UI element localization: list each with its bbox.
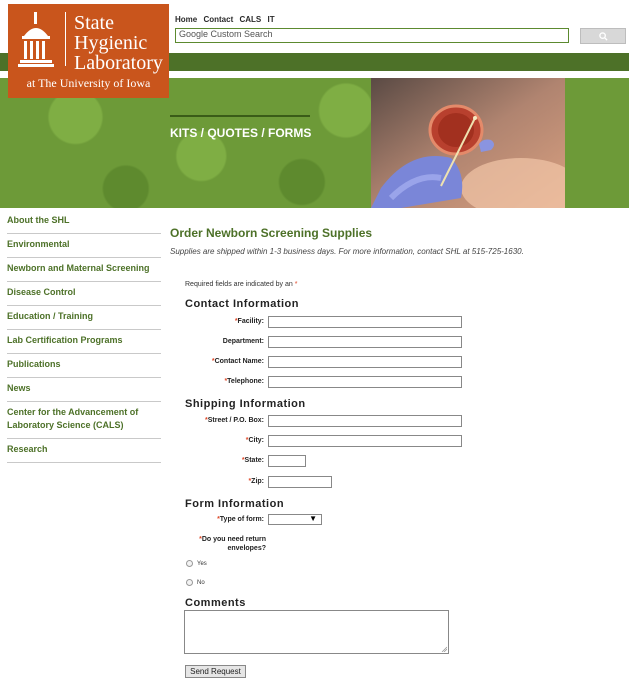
sidebar-nav: About the SHL Environmental Newborn and … [7,210,161,463]
sidebar-item-cals[interactable]: Center for the Advancement of Laboratory… [7,402,161,439]
state-label: *State: [241,457,264,464]
banner-rule [170,115,310,117]
sidebar-item-environmental[interactable]: Environmental [7,234,161,258]
zip-label: *Zip: [248,478,264,485]
sidebar-item-news[interactable]: News [7,378,161,402]
search-input[interactable]: Google Custom Search [175,28,569,43]
sidebar-item-research[interactable]: Research [7,439,161,463]
sidebar-item-newborn[interactable]: Newborn and Maternal Screening [7,258,161,282]
type-of-form-label: *Type of form: [217,516,264,523]
facility-field[interactable] [268,316,462,328]
shl-logo[interactable]: State Hygienic Laboratory at The Univers… [8,4,169,98]
logo-divider [65,12,66,66]
type-of-form-select[interactable]: ▼ [268,514,322,525]
lab-photo-illustration [371,78,565,208]
facility-label: *Facility: [234,318,264,325]
required-note-text: Required fields are indicated by an [185,281,293,288]
capitol-building-icon [18,12,54,67]
sidebar-item-education[interactable]: Education / Training [7,306,161,330]
shipping-heading: Shipping Information [185,398,306,410]
required-note: Required fields are indicated by an * [185,281,297,288]
return-yes-label: Yes [197,561,207,567]
city-field[interactable] [268,435,462,447]
intro-text: Supplies are shipped within 1-3 business… [170,247,524,256]
search-icon [598,32,608,41]
search-placeholder: Google Custom Search [179,29,273,39]
telephone-label: *Telephone: [224,378,264,385]
sidebar-item-about[interactable]: About the SHL [7,210,161,234]
form-info-heading: Form Information [185,498,285,510]
top-link-cals[interactable]: CALS [239,15,261,24]
dropdown-arrow-icon: ▼ [309,514,317,523]
sidebar-item-publications[interactable]: Publications [7,354,161,378]
city-label: *City: [245,437,264,444]
comments-heading: Comments [185,597,246,609]
street-label: *Street / P.O. Box: [204,417,264,424]
return-envelopes-label: *Do you need return envelopes? [199,536,266,552]
banner-photo [371,78,565,208]
contact-heading: Contact Information [185,298,299,310]
logo-subtitle: at The University of Iowa [26,76,151,90]
top-link-home[interactable]: Home [175,15,197,24]
resize-handle-icon[interactable] [441,646,447,652]
sidebar-item-lab-certification[interactable]: Lab Certification Programs [7,330,161,354]
contact-name-label: *Contact Name: [211,358,264,365]
logo-line-1: State [74,12,114,34]
logo-line-2: Hygienic [74,32,148,54]
page: State Hygienic Laboratory at The Univers… [0,0,629,681]
top-links: Home Contact CALS IT [175,15,279,24]
page-title: Order Newborn Screening Supplies [170,226,373,240]
top-link-it[interactable]: IT [268,15,275,24]
contact-name-field[interactable] [268,356,462,368]
sidebar-item-disease-control[interactable]: Disease Control [7,282,161,306]
comments-textarea[interactable] [184,610,449,654]
search-button[interactable] [580,28,626,44]
logo-line-3: Laboratory [74,52,163,74]
department-label: Department: [222,338,264,345]
return-yes-radio[interactable] [186,560,193,567]
street-field[interactable] [268,415,462,427]
telephone-field[interactable] [268,376,462,388]
send-request-button[interactable]: Send Request [185,665,246,678]
department-field[interactable] [268,336,462,348]
banner-title: KITS / QUOTES / FORMS [170,126,312,140]
required-marker: * [294,281,298,288]
top-link-contact[interactable]: Contact [203,15,233,24]
state-field[interactable] [268,455,306,467]
zip-field[interactable] [268,476,332,488]
return-no-label: No [197,580,205,586]
return-no-radio[interactable] [186,579,193,586]
